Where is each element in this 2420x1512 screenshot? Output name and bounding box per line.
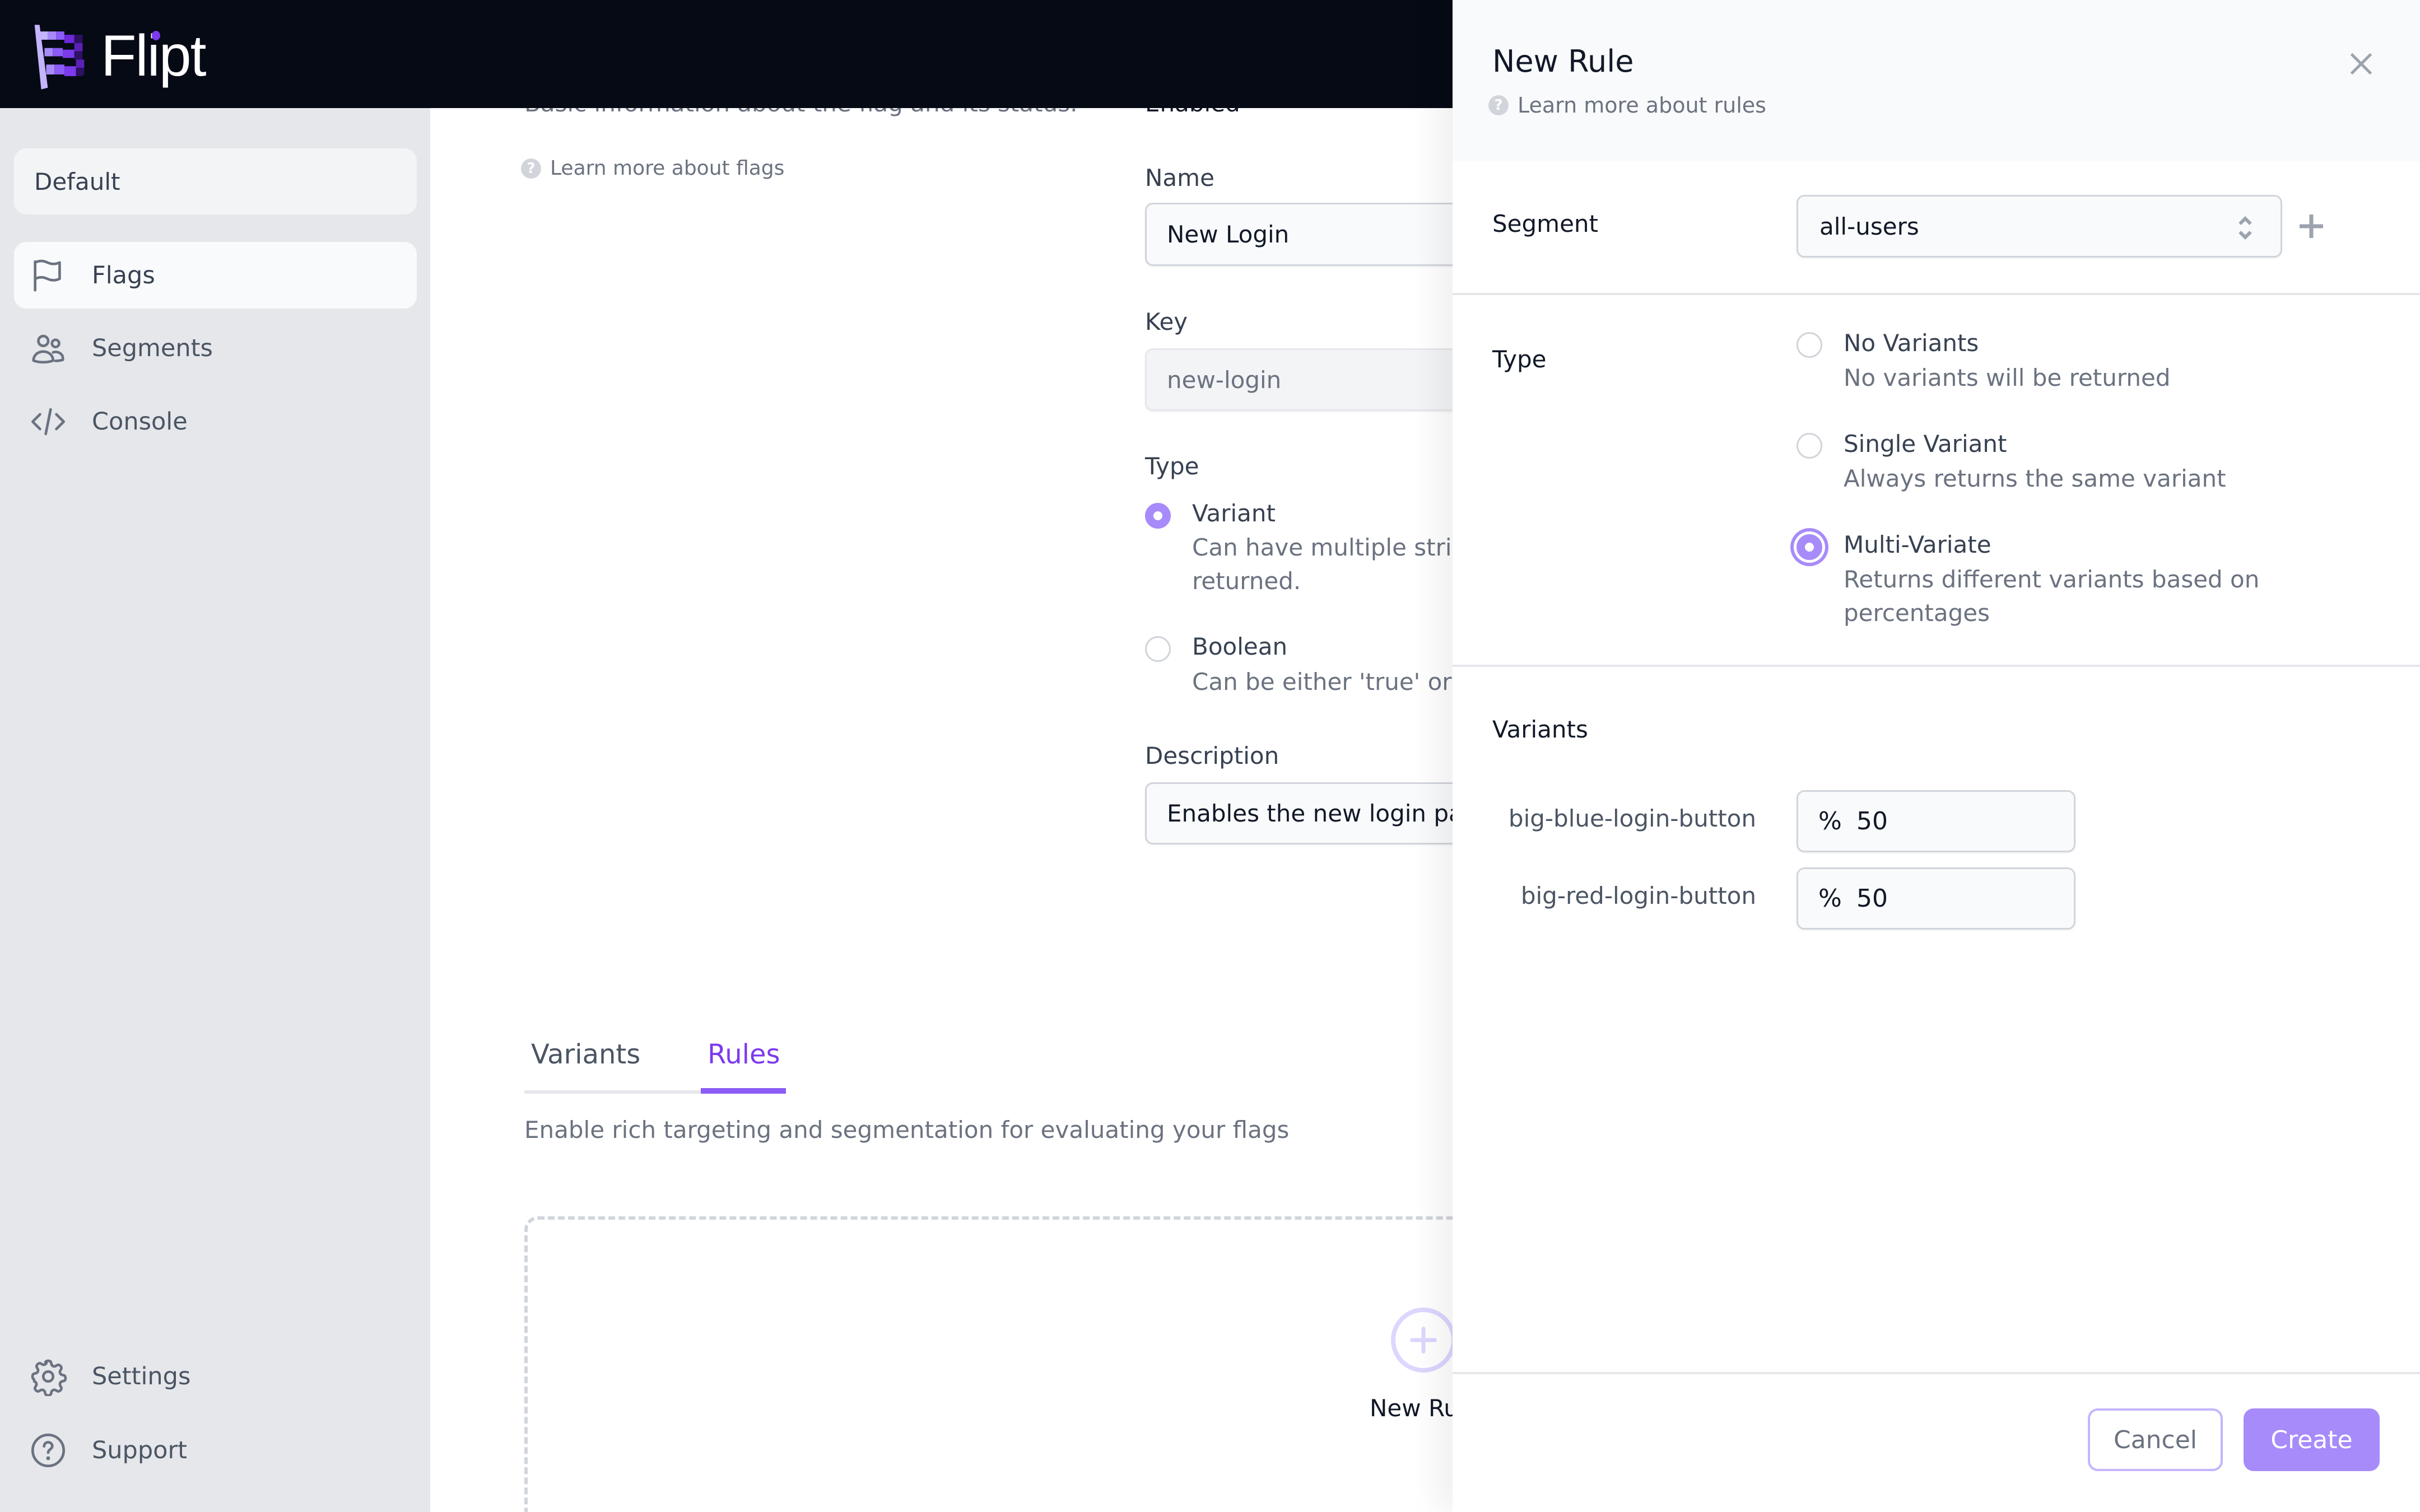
type-variant-title: Variant bbox=[1192, 500, 1276, 527]
sidebar-item-label: Console bbox=[92, 407, 188, 436]
close-button[interactable] bbox=[2344, 47, 2378, 81]
rule-type-single-variant-title: Single Variant bbox=[1844, 430, 2007, 458]
sidebar: Default Flags Segments Console Settings … bbox=[0, 0, 430, 1512]
sidebar-item-settings[interactable]: Settings bbox=[14, 1343, 417, 1410]
rule-type-multi-variate-radio[interactable] bbox=[1797, 534, 1822, 560]
flag-icon bbox=[28, 255, 68, 296]
learn-more-flags-text: Learn more about flags bbox=[550, 157, 785, 180]
rule-type-multi-variate-desc-line1: Returns different variants based on bbox=[1844, 566, 2260, 593]
key-input-value: new-login bbox=[1167, 366, 1282, 394]
logo-dot bbox=[152, 31, 160, 40]
key-label: Key bbox=[1145, 308, 1188, 335]
divider bbox=[1453, 293, 2420, 295]
help-icon: ? bbox=[1488, 95, 1509, 115]
new-rule-empty-label: New Ru bbox=[1370, 1394, 1459, 1422]
new-rule-panel: New Rule ? Learn more about rules Segmen… bbox=[1453, 0, 2420, 1512]
variant-percentage-input[interactable]: % 50 bbox=[1797, 867, 2075, 930]
learn-more-flags-link[interactable]: ? Learn more about flags bbox=[521, 157, 784, 180]
learn-more-rules-text: Learn more about rules bbox=[1518, 93, 1766, 118]
namespace-selector[interactable]: Default bbox=[14, 148, 417, 214]
name-input-value: New Login bbox=[1167, 221, 1290, 248]
add-segment-button[interactable] bbox=[2296, 211, 2327, 242]
gear-icon bbox=[28, 1356, 68, 1397]
description-label: Description bbox=[1145, 742, 1279, 769]
close-icon bbox=[2350, 53, 2372, 75]
question-circle-icon bbox=[28, 1430, 68, 1471]
new-rule-empty-state[interactable] bbox=[524, 1216, 1533, 1512]
code-icon bbox=[28, 402, 68, 442]
segment-select[interactable]: all-users bbox=[1797, 195, 2282, 258]
variant-percentage-value: 50 bbox=[1856, 807, 1888, 836]
percent-sign: % bbox=[1818, 884, 1842, 913]
name-label: Name bbox=[1145, 164, 1214, 192]
segment-label: Segment bbox=[1492, 210, 1598, 237]
rule-type-no-variants-radio[interactable] bbox=[1797, 332, 1822, 358]
rule-type-multi-variate-desc-line2: percentages bbox=[1844, 599, 1990, 627]
rule-type-single-variant-desc: Always returns the same variant bbox=[1844, 465, 2226, 492]
type-variant-desc: Can have multiple stri returned. bbox=[1192, 531, 1452, 598]
sidebar-item-label: Segments bbox=[92, 334, 213, 362]
segment-select-value: all-users bbox=[1819, 212, 1919, 240]
type-boolean-title: Boolean bbox=[1192, 633, 1288, 660]
create-button[interactable]: Create bbox=[2244, 1408, 2380, 1471]
app-name: Flipt bbox=[101, 23, 206, 90]
main-content: Basic information about the flag and its… bbox=[430, 0, 1537, 1512]
sidebar-item-flags[interactable]: Flags bbox=[14, 242, 417, 309]
panel-title: New Rule bbox=[1492, 44, 1634, 79]
plus-icon bbox=[2300, 214, 2323, 238]
rule-type-label: Type bbox=[1492, 346, 1547, 373]
variant-key-label: big-blue-login-button bbox=[1508, 805, 1756, 832]
flipt-logo[interactable]: Flipt bbox=[25, 21, 206, 91]
type-variant-radio[interactable] bbox=[1145, 503, 1171, 529]
variant-key-label: big-red-login-button bbox=[1520, 882, 1756, 909]
rule-type-multi-variate-title: Multi-Variate bbox=[1844, 531, 1991, 558]
rule-type-no-variants-title: No Variants bbox=[1844, 329, 1979, 357]
chevron-up-down-icon bbox=[2237, 214, 2254, 241]
type-boolean-desc: Can be either 'true' or bbox=[1192, 668, 1452, 696]
active-tab-indicator bbox=[701, 1088, 786, 1094]
sidebar-item-segments[interactable]: Segments bbox=[14, 315, 417, 381]
type-variant-desc-line2: returned. bbox=[1192, 567, 1301, 595]
variant-percentage-input[interactable]: % 50 bbox=[1797, 790, 2075, 852]
variants-label: Variants bbox=[1492, 716, 1588, 743]
cancel-button[interactable]: Cancel bbox=[2088, 1408, 2223, 1471]
plus-circle-icon bbox=[1391, 1308, 1456, 1373]
namespace-label: Default bbox=[34, 167, 120, 195]
rule-type-multi-variate-desc: Returns different variants based on perc… bbox=[1844, 563, 2259, 630]
percent-sign: % bbox=[1818, 807, 1842, 836]
panel-header: New Rule ? Learn more about rules bbox=[1453, 0, 2420, 161]
sidebar-item-label: Support bbox=[92, 1436, 187, 1464]
sidebar-item-label: Flags bbox=[92, 261, 155, 290]
rules-description: Enable rich targeting and segmentation f… bbox=[524, 1116, 1290, 1144]
learn-more-rules-link[interactable]: ? Learn more about rules bbox=[1488, 93, 1766, 118]
type-label: Type bbox=[1145, 452, 1199, 480]
help-icon: ? bbox=[521, 158, 541, 179]
flipt-flag-logo-icon bbox=[34, 25, 85, 90]
tab-rules[interactable]: Rules bbox=[708, 1039, 780, 1070]
divider bbox=[1453, 665, 2420, 667]
sidebar-item-console[interactable]: Console bbox=[14, 388, 417, 455]
sidebar-item-label: Settings bbox=[92, 1362, 191, 1390]
tab-variants[interactable]: Variants bbox=[531, 1039, 640, 1070]
sidebar-item-support[interactable]: Support bbox=[14, 1417, 417, 1483]
type-boolean-radio[interactable] bbox=[1145, 636, 1171, 662]
footer-divider bbox=[1453, 1372, 2420, 1374]
description-input-value: Enables the new login pa bbox=[1167, 800, 1463, 827]
users-icon bbox=[28, 328, 68, 368]
rule-type-no-variants-desc: No variants will be returned bbox=[1844, 364, 2171, 391]
rule-type-single-variant-radio[interactable] bbox=[1797, 433, 1822, 459]
variant-percentage-value: 50 bbox=[1856, 884, 1888, 913]
type-variant-desc-line1: Can have multiple stri bbox=[1192, 534, 1452, 561]
